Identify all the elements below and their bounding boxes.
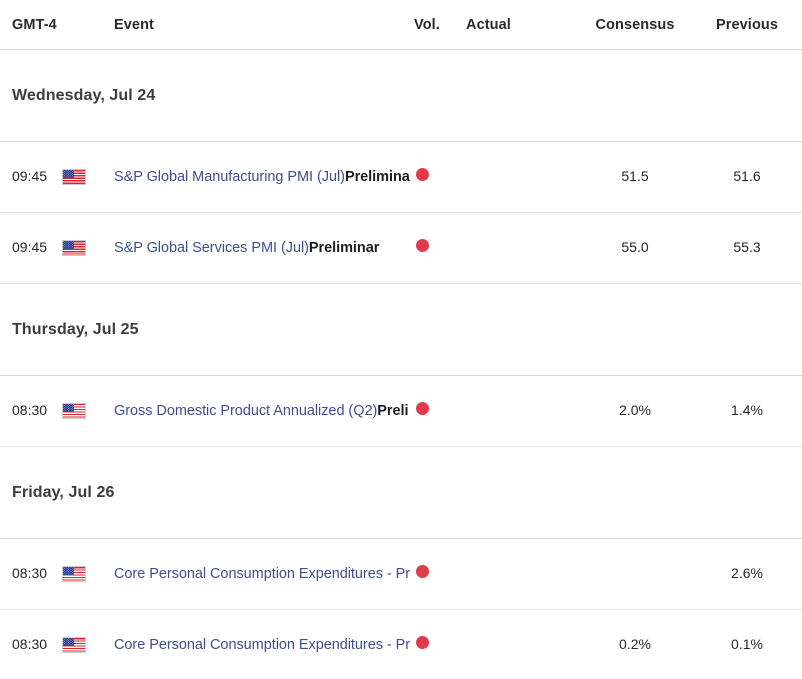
event-consensus-value-cell: 2.0% xyxy=(578,402,692,420)
event-time-cell: 08:30 xyxy=(0,636,62,654)
event-title-cell: S&P Global Manufacturing PMI (Jul)Prelim… xyxy=(114,169,414,185)
event-country-cell xyxy=(62,402,114,420)
event-previous-value: 51.6 xyxy=(733,168,761,184)
calendar-event-row[interactable]: 09:45 S&P Global Services PMI (Jul)Prelim… xyxy=(0,213,802,284)
us-flag-icon xyxy=(62,402,86,419)
event-country-cell xyxy=(62,168,114,186)
event-consensus-value-cell: 0.2% xyxy=(578,636,692,654)
event-title-cell: Core Personal Consumption Expenditures -… xyxy=(114,637,414,653)
us-flag-icon xyxy=(62,168,86,185)
event-title-ellipsis: … xyxy=(408,403,410,419)
event-previous-value-cell: 51.6 xyxy=(692,168,802,186)
date-group-label: Friday, Jul 26 xyxy=(12,483,115,501)
calendar-column-header: GMT-4 Event Vol. Actual Consensus Previo… xyxy=(0,0,802,50)
event-consensus-value: 55.0 xyxy=(621,239,649,255)
flag-canton xyxy=(63,403,74,413)
event-previous-value: 0.1% xyxy=(731,636,763,652)
volatility-high-icon xyxy=(416,636,429,649)
flag-canton xyxy=(63,637,74,647)
event-consensus-value: 0.2% xyxy=(619,636,651,652)
event-volatility-cell xyxy=(414,565,466,583)
column-header-consensus: Consensus xyxy=(595,16,675,33)
event-time: 08:30 xyxy=(12,565,48,581)
event-previous-value-cell: 2.6% xyxy=(692,565,802,583)
event-country-cell xyxy=(62,239,114,257)
event-title-link[interactable]: Core Personal Consumption Expenditures -… xyxy=(114,637,410,653)
event-volatility-cell xyxy=(414,239,466,257)
us-flag-icon xyxy=(62,239,86,256)
event-title-cell: Core Personal Consumption Expenditures -… xyxy=(114,566,414,582)
event-previous-value-cell: 0.1% xyxy=(692,636,802,654)
column-header-previous: Previous xyxy=(715,16,779,33)
event-previous-value: 55.3 xyxy=(733,239,761,255)
event-country-cell xyxy=(62,636,114,654)
event-title-cell: S&P Global Services PMI (Jul)Preliminar xyxy=(114,240,414,256)
calendar-event-row[interactable]: 08:30 Gross Domestic Product Annualized (… xyxy=(0,376,802,447)
event-title-link[interactable]: S&P Global Services PMI (Jul)Preliminar xyxy=(114,240,410,256)
event-time: 09:45 xyxy=(12,168,48,184)
date-group-header: Thursday, Jul 25 xyxy=(0,284,802,376)
calendar-body: Wednesday, Jul 24 09:45 S&P Global Manufac… xyxy=(0,50,802,679)
date-group-label: Thursday, Jul 25 xyxy=(12,320,139,338)
flag-canton xyxy=(63,566,74,576)
event-country-cell xyxy=(62,565,114,583)
us-flag-icon xyxy=(62,636,86,653)
economic-calendar: GMT-4 Event Vol. Actual Consensus Previo… xyxy=(0,0,802,679)
event-title-link[interactable]: Core Personal Consumption Expenditures -… xyxy=(114,566,410,582)
date-group-label: Wednesday, Jul 24 xyxy=(12,86,156,104)
us-flag-icon xyxy=(62,565,86,582)
calendar-event-row[interactable]: 08:30 Core Personal Consumption Expenditu… xyxy=(0,539,802,610)
flag-canton xyxy=(63,240,74,250)
volatility-high-icon xyxy=(416,168,429,181)
event-consensus-value: 2.0% xyxy=(619,402,651,418)
volatility-high-icon xyxy=(416,402,429,415)
volatility-high-icon xyxy=(416,565,429,578)
event-previous-value: 1.4% xyxy=(731,402,763,418)
event-time: 08:30 xyxy=(12,636,48,652)
event-volatility-cell xyxy=(414,168,466,186)
event-qualifier: Preli xyxy=(377,403,409,419)
event-consensus-value-cell: 51.5 xyxy=(578,168,692,186)
event-time-cell: 08:30 xyxy=(0,565,62,583)
event-previous-value-cell: 55.3 xyxy=(692,239,802,257)
date-group-header: Wednesday, Jul 24 xyxy=(0,50,802,142)
column-header-actual: Actual xyxy=(466,16,511,33)
event-volatility-cell xyxy=(414,402,466,420)
column-header-timezone: GMT-4 xyxy=(12,16,57,33)
event-time-cell: 09:45 xyxy=(0,168,62,186)
event-volatility-cell xyxy=(414,636,466,654)
event-previous-value: 2.6% xyxy=(731,565,763,581)
event-qualifier: Preliminar xyxy=(344,169,410,185)
calendar-event-row[interactable]: 09:45 S&P Global Manufacturing PMI (Jul)P… xyxy=(0,142,802,213)
event-time: 08:30 xyxy=(12,402,48,418)
flag-canton xyxy=(63,169,74,179)
calendar-event-row[interactable]: 08:30 Core Personal Consumption Expenditu… xyxy=(0,610,802,679)
event-time-cell: 08:30 xyxy=(0,402,62,420)
event-time: 09:45 xyxy=(12,239,48,255)
event-title-link[interactable]: Gross Domestic Product Annualized (Q2)Pr… xyxy=(114,403,410,419)
event-title-link[interactable]: S&P Global Manufacturing PMI (Jul)Prelim… xyxy=(114,169,410,185)
event-qualifier: Preliminar xyxy=(308,240,380,256)
event-time-cell: 09:45 xyxy=(0,239,62,257)
event-title-cell: Gross Domestic Product Annualized (Q2)Pr… xyxy=(114,403,414,419)
event-consensus-value: 51.5 xyxy=(621,168,649,184)
event-consensus-value-cell: 55.0 xyxy=(578,239,692,257)
date-group-header: Friday, Jul 26 xyxy=(0,447,802,539)
volatility-high-icon xyxy=(416,239,429,252)
column-header-event: Event xyxy=(114,16,154,33)
column-header-volatility: Vol. xyxy=(414,16,440,33)
event-previous-value-cell: 1.4% xyxy=(692,402,802,420)
